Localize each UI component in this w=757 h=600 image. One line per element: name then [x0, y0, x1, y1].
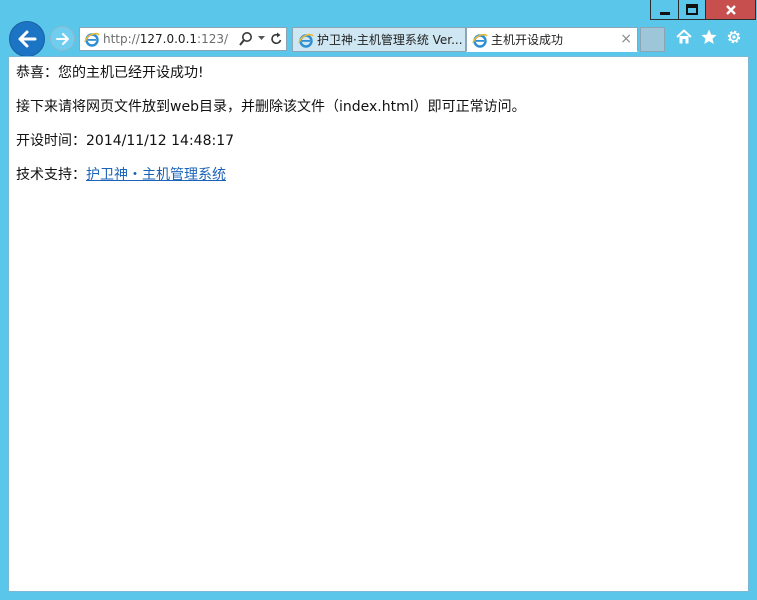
maximize-icon: [686, 3, 698, 15]
close-icon: [725, 4, 736, 15]
creation-time: 开设时间：2014/11/12 14:48:17: [16, 132, 234, 150]
maximize-button[interactable]: [678, 0, 705, 20]
creation-time-value: 2014/11/12 14:48:17: [86, 133, 235, 149]
url-text[interactable]: http://127.0.0.1:123/: [103, 32, 228, 46]
tech-support-label: 技术支持：: [16, 167, 86, 183]
back-button[interactable]: [9, 21, 45, 57]
ie-logo-icon: [472, 33, 488, 48]
window-controls: [650, 0, 756, 21]
dropdown-arrow-icon[interactable]: [258, 36, 265, 41]
tab-label: 主机开设成功: [491, 33, 564, 47]
minimize-icon: [659, 11, 670, 15]
tab-huweishen[interactable]: 护卫神·主机管理系统 Ver...: [292, 27, 466, 52]
url-rest: :123/: [197, 32, 229, 46]
settings-gear-icon[interactable]: [726, 29, 742, 45]
minimize-button[interactable]: [650, 0, 678, 20]
ie-logo-icon: [298, 33, 314, 48]
refresh-icon[interactable]: [270, 32, 283, 46]
favorites-star-icon[interactable]: [701, 29, 717, 45]
forward-arrow-icon: [55, 32, 69, 45]
forward-button[interactable]: [50, 26, 75, 51]
browser-toolbar: http://127.0.0.1:123/ 护卫神·主机管理系统 Ver...: [0, 20, 757, 57]
tab-label: 护卫神·主机管理系统 Ver...: [317, 33, 463, 47]
instruction-text: 接下来请将网页文件放到web目录，并删除该文件（index.html）即可正常访…: [16, 99, 526, 115]
new-tab-button[interactable]: [640, 27, 665, 52]
address-tools: [239, 31, 283, 46]
toolbar-right-icons: [676, 29, 742, 45]
close-button[interactable]: [705, 0, 756, 20]
home-icon[interactable]: [676, 29, 692, 45]
url-host: 127.0.0.1: [139, 32, 198, 46]
tab-host-success[interactable]: 主机开设成功 ×: [466, 27, 638, 52]
tech-support-link[interactable]: 护卫神・主机管理系统: [86, 167, 226, 183]
url-scheme: http://: [103, 32, 140, 46]
tech-support: 技术支持：护卫神・主机管理系统: [16, 166, 226, 184]
tab-close-icon[interactable]: ×: [620, 31, 632, 47]
page-content: 恭喜：您的主机已经开设成功! 接下来请将网页文件放到web目录，并删除该文件（i…: [8, 56, 749, 592]
address-bar[interactable]: http://127.0.0.1:123/: [79, 27, 287, 51]
success-message: 恭喜：您的主机已经开设成功!: [16, 65, 204, 81]
search-icon[interactable]: [239, 31, 253, 46]
back-arrow-icon: [18, 30, 37, 48]
creation-time-label: 开设时间：: [16, 133, 86, 149]
ie-logo-icon: [84, 32, 100, 47]
